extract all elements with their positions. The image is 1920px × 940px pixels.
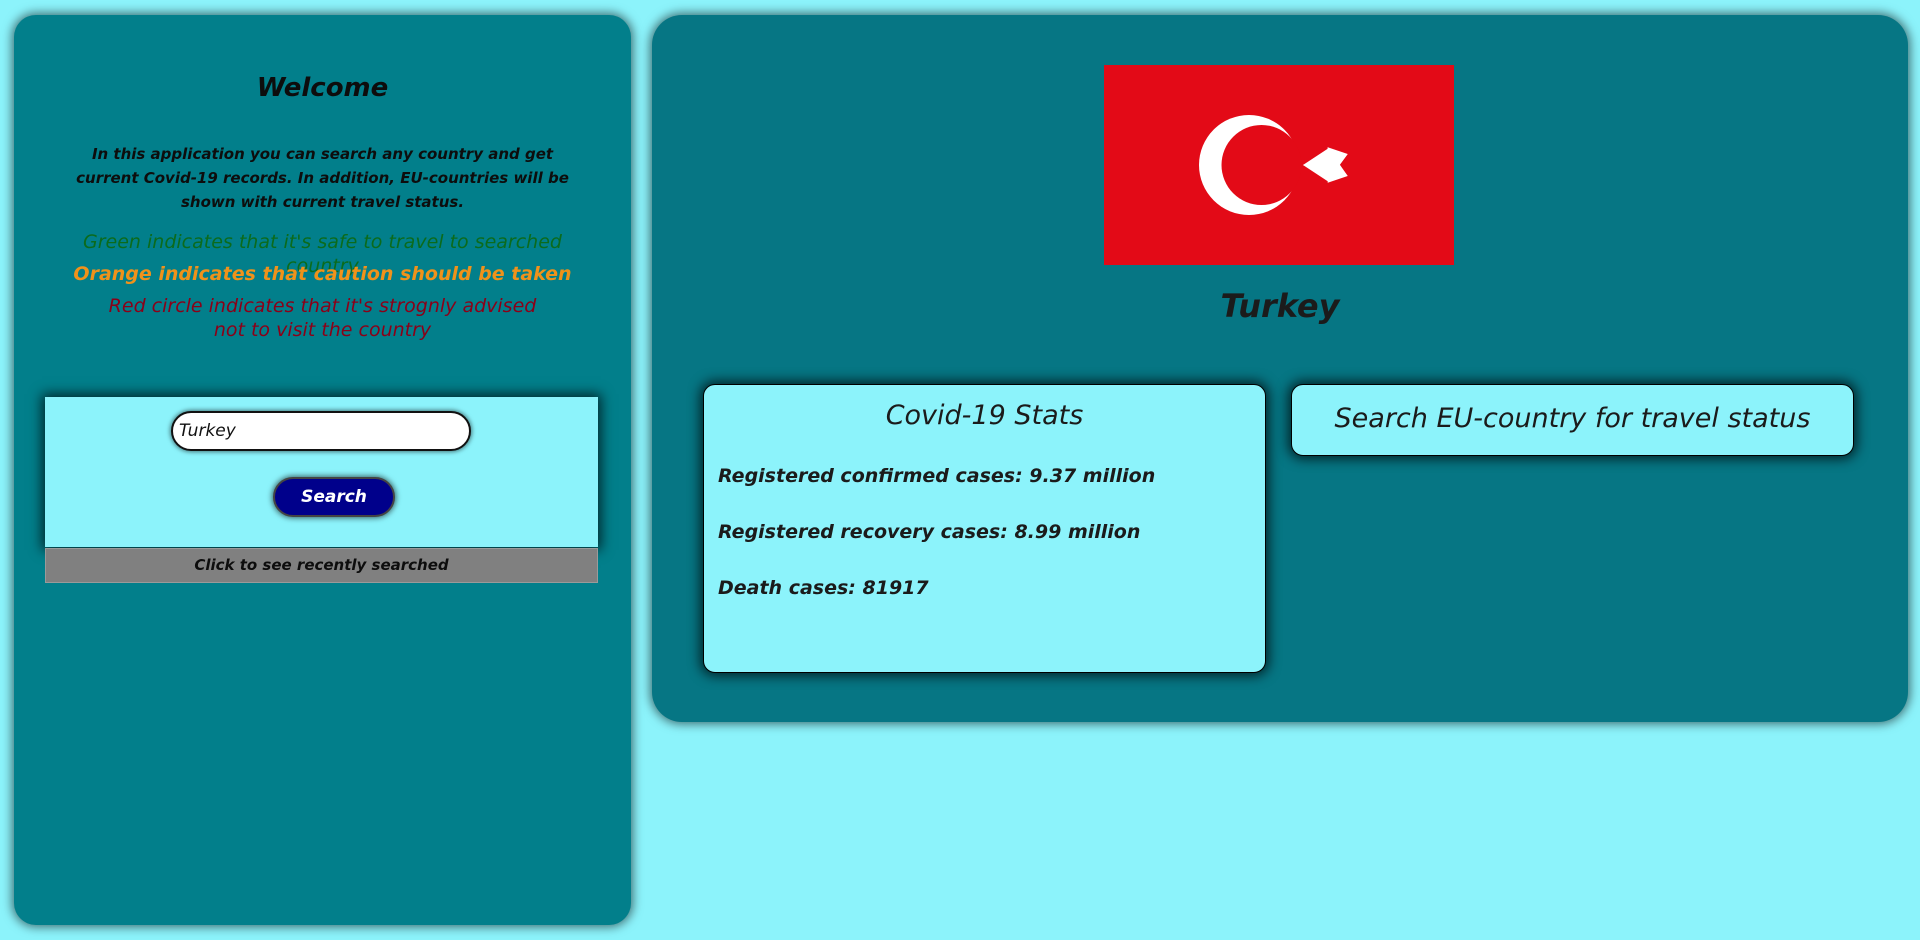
legend-orange: Orange indicates that caution should be … xyxy=(73,263,572,285)
recovery-cases: Registered recovery cases: 8.99 million xyxy=(718,521,1141,543)
death-cases: Death cases: 81917 xyxy=(718,577,929,599)
covid-stats-card: Covid-19 Stats Registered confirmed case… xyxy=(703,384,1266,673)
eu-travel-status-button[interactable]: Search EU-country for travel status xyxy=(1291,384,1854,456)
stats-title: Covid-19 Stats xyxy=(885,400,1084,431)
welcome-title: Welcome xyxy=(256,73,389,103)
legend-red: Red circle indicates that it's strognly … xyxy=(108,295,537,341)
turkey-flag-icon xyxy=(1104,65,1454,265)
intro-text: In this application you can search any c… xyxy=(76,145,569,211)
country-panel: Turkey Covid-19 Stats Registered confirm… xyxy=(652,15,1908,722)
country-name: Turkey xyxy=(1220,287,1340,325)
search-button[interactable]: Search xyxy=(273,477,395,517)
recently-searched-toggle[interactable]: Click to see recently searched xyxy=(45,548,598,583)
search-box: Search Click to see recently searched xyxy=(45,397,598,583)
welcome-panel: Welcome In this application you can sear… xyxy=(14,15,631,925)
confirmed-cases: Registered confirmed cases: 9.37 million xyxy=(718,465,1156,487)
country-search-input[interactable] xyxy=(171,411,471,451)
